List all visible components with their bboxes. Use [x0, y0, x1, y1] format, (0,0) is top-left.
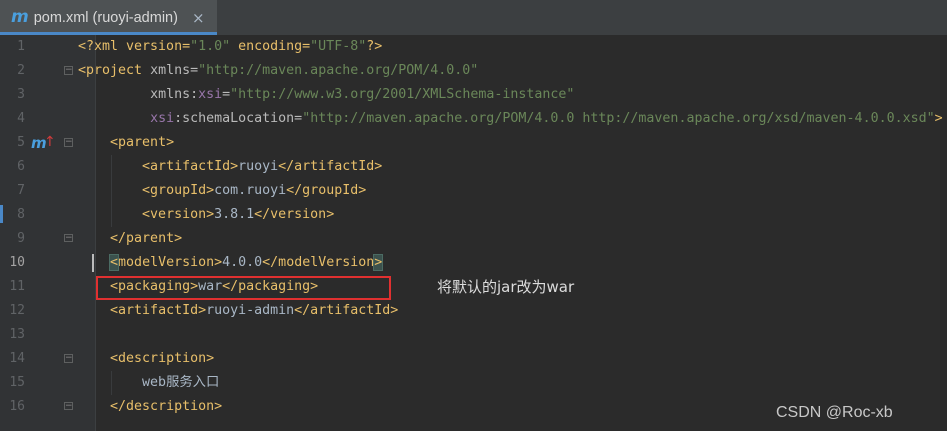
code-line-2[interactable]: 2 − <project xmlns="http://maven.apache.…: [0, 59, 947, 83]
code-text: <version>3.8.1</version>: [142, 207, 335, 222]
code-line-9[interactable]: 9 − </parent>: [0, 227, 947, 251]
line-number: 1: [17, 39, 25, 54]
code-editor[interactable]: 1 <?xml version="1.0" encoding="UTF-8"?>…: [0, 35, 947, 419]
annotation-text: 将默认的jar改为war: [437, 278, 575, 296]
line-number: 11: [9, 279, 25, 294]
code-line-15[interactable]: 15 web服务入口: [0, 371, 947, 395]
line-number: 4: [17, 111, 25, 126]
maven-icon: m: [11, 7, 29, 27]
code-text: <modelVersion>4.0.0</modelVersion>: [109, 254, 384, 271]
code-line-7[interactable]: 7 <groupId>com.ruoyi</groupId>: [0, 179, 947, 203]
line-number: 16: [9, 399, 25, 414]
fold-end-icon[interactable]: −: [64, 234, 73, 243]
code-line-1[interactable]: 1 <?xml version="1.0" encoding="UTF-8"?>: [0, 35, 947, 59]
line-number: 5: [17, 135, 25, 150]
code-line-3[interactable]: 3 xmlns:xsi="http://www.w3.org/2001/XMLS…: [0, 83, 947, 107]
fold-collapse-icon[interactable]: −: [64, 354, 73, 363]
line-number: 8: [17, 207, 25, 222]
line-number: 9: [17, 231, 25, 246]
line-number: 6: [17, 159, 25, 174]
code-line-8[interactable]: 8 <version>3.8.1</version>: [0, 203, 947, 227]
fold-end-icon[interactable]: −: [64, 402, 73, 411]
code-line-4[interactable]: 4 xsi:schemaLocation="http://maven.apach…: [0, 107, 947, 131]
matched-tag-bracket: >: [373, 254, 384, 271]
line-number: 13: [9, 327, 25, 342]
line-number: 2: [17, 63, 25, 78]
code-text: <project xmlns="http://maven.apache.org/…: [78, 63, 479, 78]
code-text: web服务入口: [142, 375, 220, 390]
code-text: <description>: [110, 351, 215, 366]
code-text: </parent>: [110, 231, 183, 246]
tab-title: pom.xml (ruoyi-admin): [33, 9, 178, 26]
line-number: 15: [9, 375, 25, 390]
up-arrow-icon: ↑: [44, 134, 56, 150]
code-line-6[interactable]: 6 <artifactId>ruoyi</artifactId>: [0, 155, 947, 179]
code-line-14[interactable]: 14 − <description>: [0, 347, 947, 371]
code-text: xmlns:xsi="http://www.w3.org/2001/XMLSch…: [150, 87, 575, 102]
code-text: </description>: [110, 399, 223, 414]
fold-collapse-icon[interactable]: −: [64, 138, 73, 147]
matched-tag-bracket: <: [109, 254, 120, 271]
code-line-12[interactable]: 12 <artifactId>ruoyi-admin</artifactId>: [0, 299, 947, 323]
code-text: xsi:schemaLocation="http://maven.apache.…: [150, 111, 943, 126]
code-line-5[interactable]: 5 m ↑ − <parent>: [0, 131, 947, 155]
code-line-13[interactable]: 13: [0, 323, 947, 347]
code-text: <artifactId>ruoyi-admin</artifactId>: [110, 303, 399, 318]
line-number: 10: [9, 255, 25, 270]
code-line-10[interactable]: 10 <modelVersion>4.0.0</modelVersion>: [0, 251, 947, 275]
line-number: 12: [9, 303, 25, 318]
code-text: <artifactId>ruoyi</artifactId>: [142, 159, 383, 174]
tab-pom-xml[interactable]: m pom.xml (ruoyi-admin) ×: [0, 0, 217, 35]
watermark: CSDN @Roc-xb: [776, 404, 893, 421]
close-icon[interactable]: ×: [192, 9, 205, 27]
fold-collapse-icon[interactable]: −: [64, 66, 73, 75]
editor-tab-bar: m pom.xml (ruoyi-admin) ×: [0, 0, 947, 35]
code-text: <groupId>com.ruoyi</groupId>: [142, 183, 367, 198]
line-number: 3: [17, 87, 25, 102]
line-number: 14: [9, 351, 25, 366]
annotation-highlight-box: [96, 276, 391, 300]
line-number: 7: [17, 183, 25, 198]
code-text: <?xml version="1.0" encoding="UTF-8"?>: [78, 39, 383, 54]
code-text: <parent>: [110, 135, 175, 150]
